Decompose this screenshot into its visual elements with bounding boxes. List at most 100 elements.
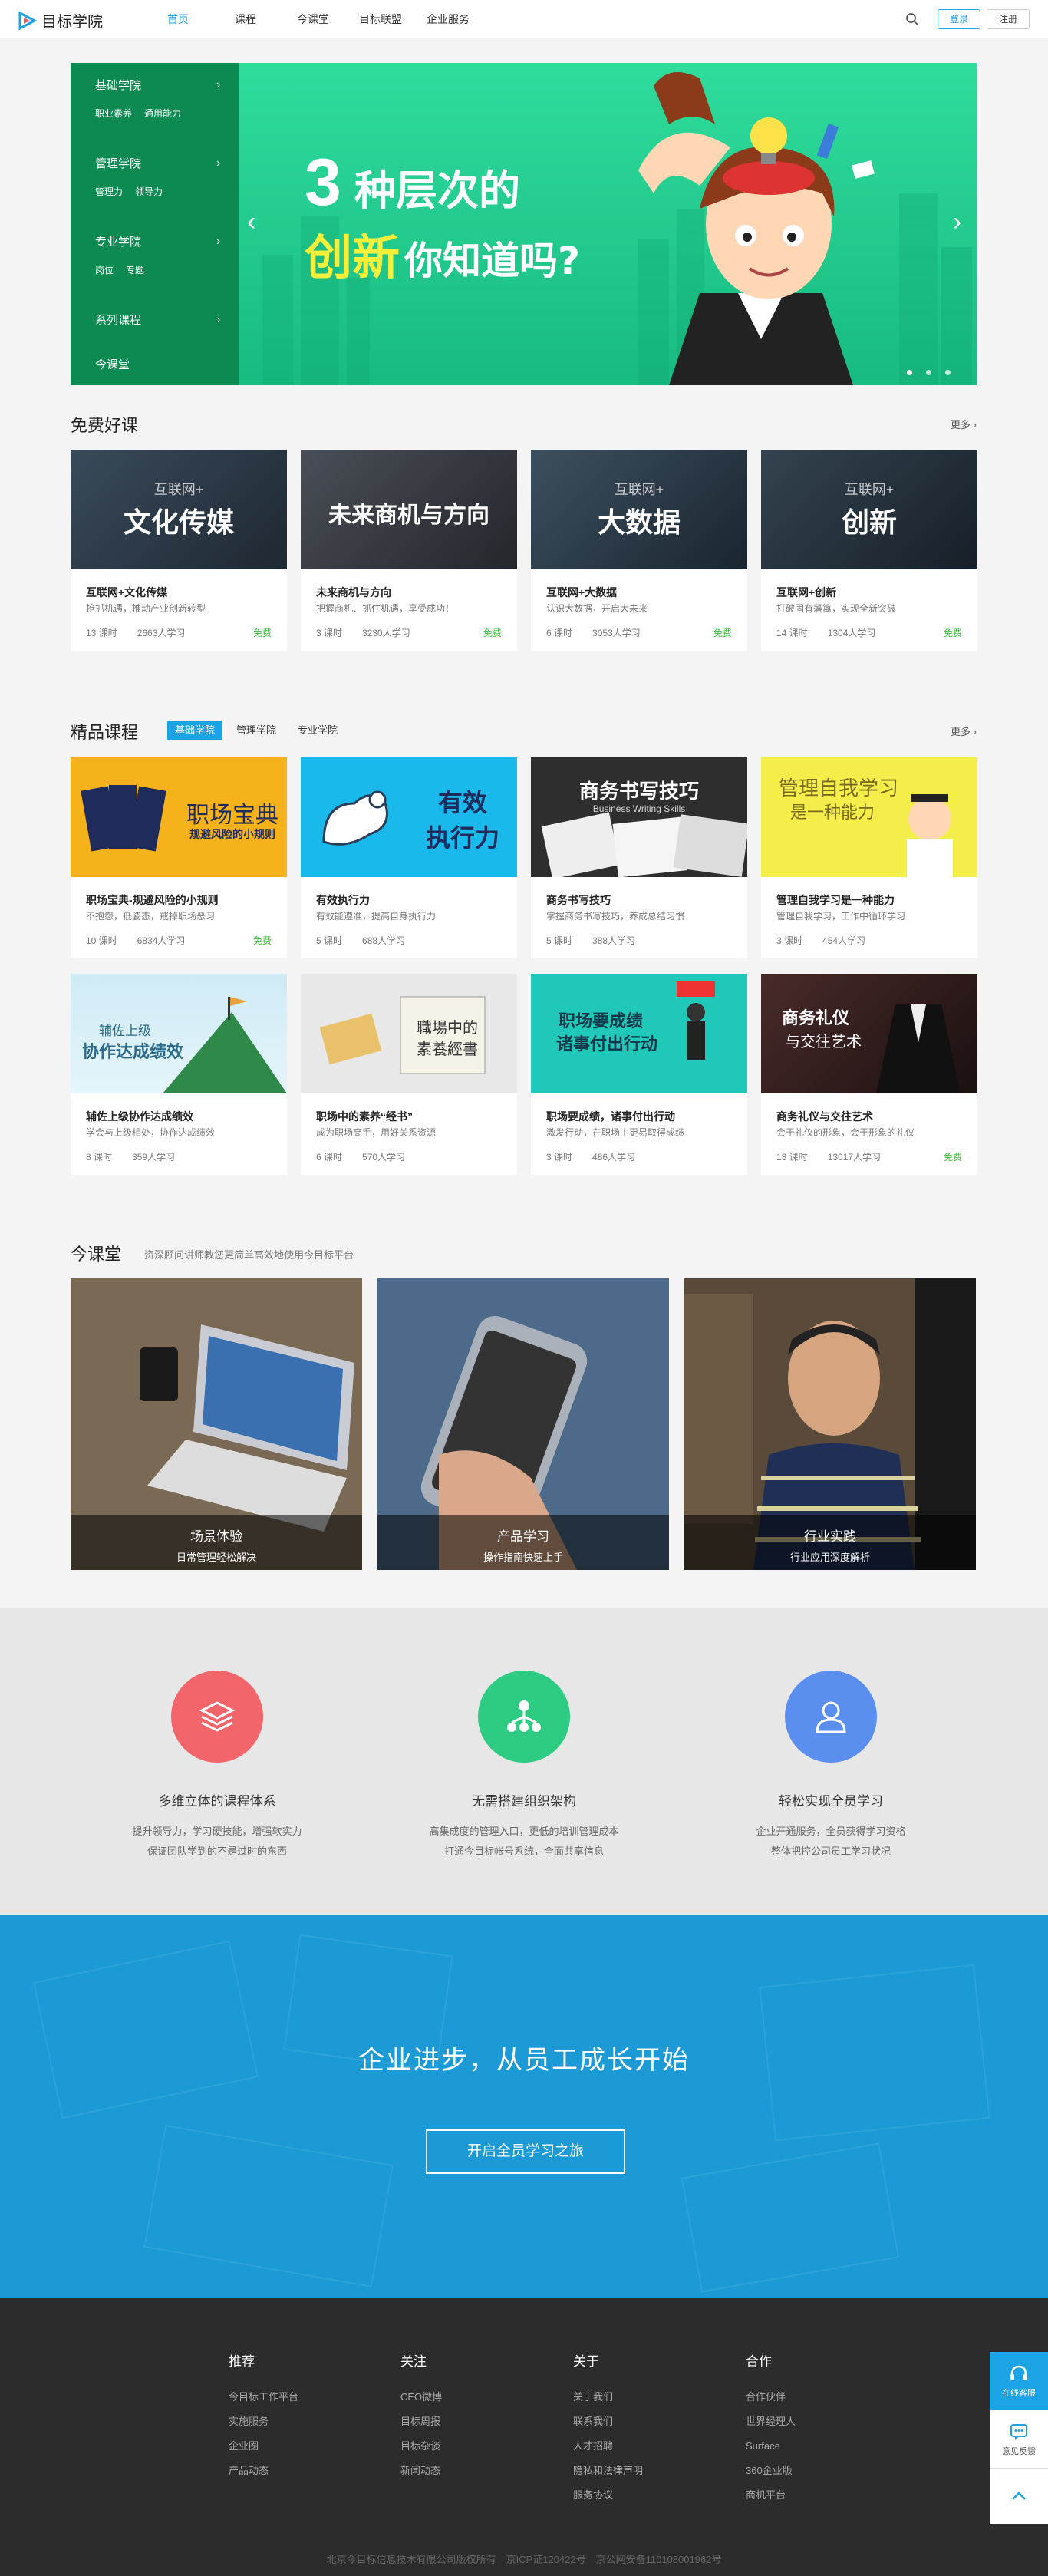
- menu-link[interactable]: 管理力: [95, 185, 123, 198]
- menu-link[interactable]: 专题: [126, 263, 144, 276]
- menu-link[interactable]: 职业素养: [95, 107, 132, 120]
- carousel-next-button[interactable]: ›: [953, 209, 961, 235]
- course-thumbnail: 未来商机与方向: [301, 450, 517, 569]
- course-thumbnail: 职场要成绩 诸事付出行动: [531, 974, 747, 1093]
- footer-link[interactable]: 商机平台: [746, 2483, 899, 2508]
- footer-link[interactable]: 目标杂谈: [400, 2434, 554, 2459]
- tab-management[interactable]: 管理学院: [229, 721, 284, 740]
- register-button[interactable]: 注册: [987, 9, 1030, 29]
- footer-link[interactable]: 360企业版: [746, 2459, 899, 2483]
- course-card[interactable]: 辅佐上级 协作达成绩效 辅佐上级协作达成绩效 学会与上级相处，协作达成绩效 8 …: [71, 974, 287, 1175]
- free-badge: 免费: [483, 628, 502, 638]
- feedback-button[interactable]: 意见反馈: [990, 2410, 1048, 2469]
- menu-group-professional[interactable]: 专业学院 › 岗位 专题: [71, 219, 239, 298]
- start-learning-button[interactable]: 开启全员学习之旅: [426, 2129, 625, 2174]
- cta-background-pattern: [32, 1934, 990, 2293]
- logo[interactable]: 目标学院: [17, 9, 103, 31]
- menu-link[interactable]: 通用能力: [144, 107, 181, 120]
- footer-link[interactable]: 联系我们: [573, 2409, 727, 2434]
- nav-alliance[interactable]: 目标联盟: [347, 0, 414, 38]
- banner-headline-number: 3: [305, 146, 341, 219]
- course-card[interactable]: 商务书写技巧 Business Writing Skills 商务书写技巧 掌握…: [531, 757, 747, 958]
- course-card[interactable]: 互联网+ 创新 互联网+创新 打破固有藩篱，实现全新突破 14 课时 1304人学…: [761, 450, 977, 651]
- footer-link[interactable]: 人才招聘: [573, 2434, 727, 2459]
- lesson-card[interactable]: 产品学习 操作指南快速上手: [377, 1278, 669, 1570]
- thumb-big-text: 文化传媒: [123, 506, 234, 538]
- headset-icon: [1010, 2365, 1027, 2380]
- course-thumbnail: 职场宝典 规避风险的小规则: [71, 757, 287, 877]
- footer-link[interactable]: 隐私和法律声明: [573, 2459, 727, 2483]
- carousel-dot[interactable]: [907, 370, 912, 375]
- course-card[interactable]: 互联网+ 文化传媒 互联网+文化传媒 抢抓机遇，推动产业创新转型 13 课时 26…: [71, 450, 287, 651]
- footer-link[interactable]: 世界经理人: [746, 2409, 899, 2434]
- course-card[interactable]: 有效 执行力 有效执行力 有效能遵准，提高自身执行力 5 课时 688人学习: [301, 757, 517, 958]
- more-link[interactable]: 更多 ›: [951, 417, 977, 431]
- carousel-prev-button[interactable]: ‹: [247, 209, 255, 235]
- chevron-right-icon: ›: [216, 235, 221, 248]
- back-to-top-button[interactable]: [990, 2469, 1048, 2524]
- footer-link[interactable]: 服务协议: [573, 2483, 727, 2508]
- menu-group-management[interactable]: 管理学院 › 管理力 领导力: [71, 141, 239, 219]
- more-link[interactable]: 更多 ›: [951, 724, 977, 738]
- chevron-right-icon: ›: [216, 313, 221, 326]
- course-card[interactable]: 职场要成绩 诸事付出行动 职场要成绩，诸事付出行动 激发行动，在职场中更易取得成…: [531, 974, 747, 1175]
- footer: 推荐 今目标工作平台 实施服务 企业圈 产品动态 关注 CEO微博 目标周报 目…: [0, 2298, 1048, 2576]
- thumb-small-text: 是一种能力: [789, 803, 875, 822]
- menu-link[interactable]: 领导力: [135, 185, 163, 198]
- footer-link[interactable]: CEO微博: [400, 2385, 554, 2409]
- footer-link[interactable]: 新闻动态: [400, 2459, 554, 2483]
- footer-link[interactable]: Surface: [746, 2434, 899, 2459]
- nav-class-today[interactable]: 今课堂: [279, 0, 347, 38]
- footer-link[interactable]: 关于我们: [573, 2385, 727, 2409]
- features-section: 多维立体的课程体系 提升领导力，学习硬技能，增强软实力 保证团队学到的不是过时的东…: [0, 1608, 1048, 1915]
- footer-column: 推荐 今目标工作平台 实施服务 企业圈 产品动态: [229, 2350, 382, 2483]
- footer-link[interactable]: 产品动态: [229, 2459, 382, 2483]
- lesson-card[interactable]: 场景体验 日常管理轻松解决: [71, 1278, 362, 1570]
- menu-group-basic[interactable]: 基础学院 › 职业素养 通用能力: [71, 63, 239, 141]
- course-card[interactable]: 互联网+ 大数据 互联网+大数据 认识大数据，开启大未来 6 课时 3053人学习…: [531, 450, 747, 651]
- thumb-big-text: 商务礼仪: [781, 1008, 849, 1027]
- course-card[interactable]: 職場中的 素養經書 职场中的素养“经书” 成为职场高手，用好关系资源 6 课时 5…: [301, 974, 517, 1175]
- menu-group-class-today[interactable]: 今课堂: [71, 342, 239, 385]
- course-learners: 3053人学习: [592, 628, 641, 638]
- free-badge: 免费: [943, 628, 962, 638]
- banner-headline-2a: 创新: [305, 229, 400, 285]
- chevron-up-icon: [1012, 2492, 1026, 2500]
- footer-link[interactable]: 合作伙伴: [746, 2385, 899, 2409]
- menu-group-series[interactable]: 系列课程 ›: [71, 298, 239, 342]
- footer-link[interactable]: 今目标工作平台: [229, 2385, 382, 2409]
- course-card[interactable]: 商务礼仪 与交往艺术 商务礼仪与交往艺术 会于礼仪的形象，会于形象的礼仪 13 …: [761, 974, 977, 1175]
- footer-link[interactable]: 企业圈: [229, 2434, 382, 2459]
- online-service-button[interactable]: 在线客服: [990, 2352, 1048, 2410]
- menu-title: 今课堂: [95, 358, 130, 371]
- feature-item: 轻松实现全员学习 企业开通服务，全员获得学习资格 整体把控公司员工学习状况: [716, 1671, 946, 1862]
- course-card[interactable]: 未来商机与方向 未来商机与方向 把握商机、抓住机遇，享受成功！ 3 课时 3230…: [301, 450, 517, 651]
- course-thumbnail: 互联网+ 文化传媒: [71, 450, 287, 569]
- footer-link[interactable]: 实施服务: [229, 2409, 382, 2434]
- course-lessons: 10 课时: [86, 935, 117, 946]
- lesson-title: 产品学习: [497, 1529, 549, 1544]
- free-badge: 免费: [713, 628, 732, 638]
- section-title: 精品课程: [71, 723, 139, 742]
- footer-column: 关于 关于我们 联系我们 人才招聘 隐私和法律声明 服务协议: [573, 2350, 727, 2508]
- header: 目标学院 首页 课程 今课堂 目标联盟 企业服务 登录 注册: [0, 0, 1048, 38]
- menu-link[interactable]: 岗位: [95, 263, 114, 276]
- carousel-dot[interactable]: [926, 370, 931, 375]
- course-card[interactable]: 职场宝典 规避风险的小规则 职场宝典-规避风险的小规则 不抱怨，低姿态，戒掉职场…: [71, 757, 287, 958]
- nav-courses[interactable]: 课程: [212, 0, 279, 38]
- tab-basic[interactable]: 基础学院: [167, 721, 223, 740]
- nav-home[interactable]: 首页: [144, 0, 212, 38]
- carousel-dot[interactable]: [945, 370, 951, 375]
- login-button[interactable]: 登录: [938, 9, 980, 29]
- tab-professional[interactable]: 专业学院: [290, 721, 345, 740]
- nav-enterprise[interactable]: 企业服务: [414, 0, 482, 38]
- course-card[interactable]: 管理自我学习 是一种能力 管理自我学习是一种能力 管理自我学习，工作中循环学习 …: [761, 757, 977, 958]
- lesson-card[interactable]: 行业实践 行业应用深度解析: [684, 1278, 976, 1570]
- search-icon[interactable]: [905, 12, 919, 26]
- thumb-big-text: 创新: [841, 506, 897, 538]
- footer-column-title: 关注: [400, 2354, 427, 2369]
- thumb-small-text: 素養經書: [417, 1041, 478, 1058]
- footer-link[interactable]: 目标周报: [400, 2409, 554, 2434]
- thumb-small-text: 互联网+: [844, 482, 895, 497]
- thumb-big-text: 大数据: [597, 506, 681, 538]
